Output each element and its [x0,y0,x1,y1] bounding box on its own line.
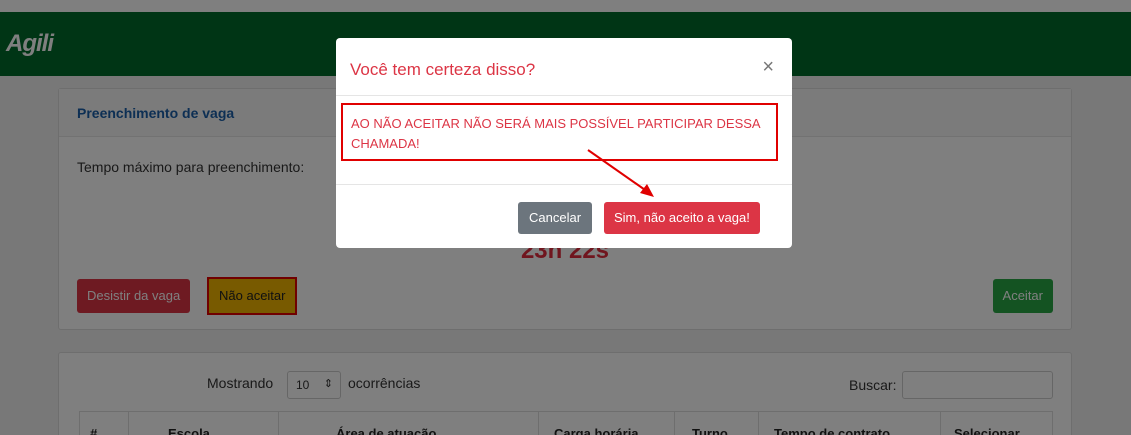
close-icon[interactable]: × [762,56,774,79]
warning-message: AO NÃO ACEITAR NÃO SERÁ MAIS POSSÍVEL PA… [341,103,778,161]
modal-title: Você tem certeza disso? [350,60,536,79]
cancel-button[interactable]: Cancelar [518,202,593,234]
modal-footer-divider [336,184,792,185]
confirm-button[interactable]: Sim, não aceito a vaga! [604,202,760,234]
modal-header: Você tem certeza disso? × [336,38,792,96]
confirm-modal: Você tem certeza disso? × AO NÃO ACEITAR… [336,38,792,248]
